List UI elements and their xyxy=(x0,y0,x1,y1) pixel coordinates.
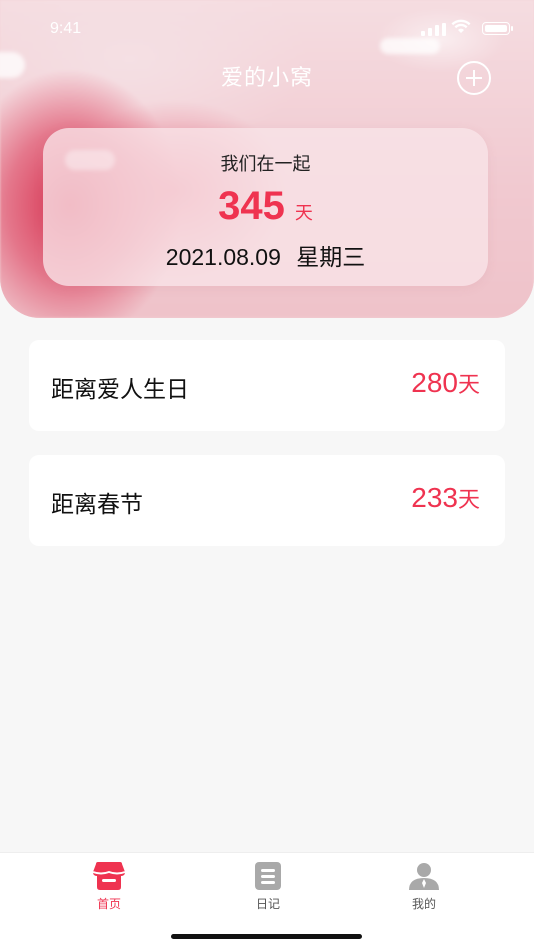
together-card: 我们在一起 345 天 2021.08.09 星期三 xyxy=(43,128,488,286)
battery-icon xyxy=(482,22,513,35)
app-screen: 9:41 爱的小窝 我们在一起 345 天 2021.08.09 星期三 距离爱… xyxy=(0,0,534,950)
together-days-count: 345 xyxy=(218,184,285,228)
home-indicator xyxy=(171,934,362,939)
countdown-unit: 天 xyxy=(457,488,480,513)
countdown-days: 280 xyxy=(411,367,458,398)
countdown-label: 距离爱人生日 xyxy=(51,377,189,403)
tab-diary[interactable]: 日记 xyxy=(228,861,308,912)
together-days: 345 天 xyxy=(43,184,488,229)
together-start-date: 2021.08.09 星期三 xyxy=(43,238,488,272)
user-profile-icon xyxy=(409,863,439,890)
diary-list-icon xyxy=(255,862,281,890)
countdown-unit: 天 xyxy=(457,373,480,398)
start-date: 2021.08.09 xyxy=(165,244,281,270)
tab-label: 我的 xyxy=(411,897,436,911)
together-label: 我们在一起 xyxy=(220,154,311,175)
shop-home-icon xyxy=(92,862,126,890)
countdown-card-birthday[interactable]: 距离爱人生日 280天 xyxy=(29,340,505,431)
tab-label: 日记 xyxy=(255,897,280,911)
tab-mine[interactable]: 我的 xyxy=(384,861,464,912)
cellular-signal-icon xyxy=(421,23,446,36)
countdown-card-spring-festival[interactable]: 距离春节 233天 xyxy=(29,455,505,546)
page-title: 爱的小窝 xyxy=(220,66,313,91)
status-bar: 9:41 xyxy=(0,0,534,56)
countdown-value: 280天 xyxy=(411,367,480,399)
hero-header: 9:41 爱的小窝 我们在一起 345 天 2021.08.09 星期三 xyxy=(0,0,534,318)
countdown-value: 233天 xyxy=(411,482,480,514)
together-days-unit: 天 xyxy=(294,203,313,224)
start-weekday: 星期三 xyxy=(296,245,366,271)
tab-label: 首页 xyxy=(96,897,121,911)
tab-home[interactable]: 首页 xyxy=(69,861,149,912)
status-time: 9:41 xyxy=(50,20,82,37)
plus-circle-icon[interactable] xyxy=(457,61,491,95)
countdown-days: 233 xyxy=(411,482,458,513)
wifi-icon xyxy=(451,19,471,33)
countdown-label: 距离春节 xyxy=(51,492,143,518)
